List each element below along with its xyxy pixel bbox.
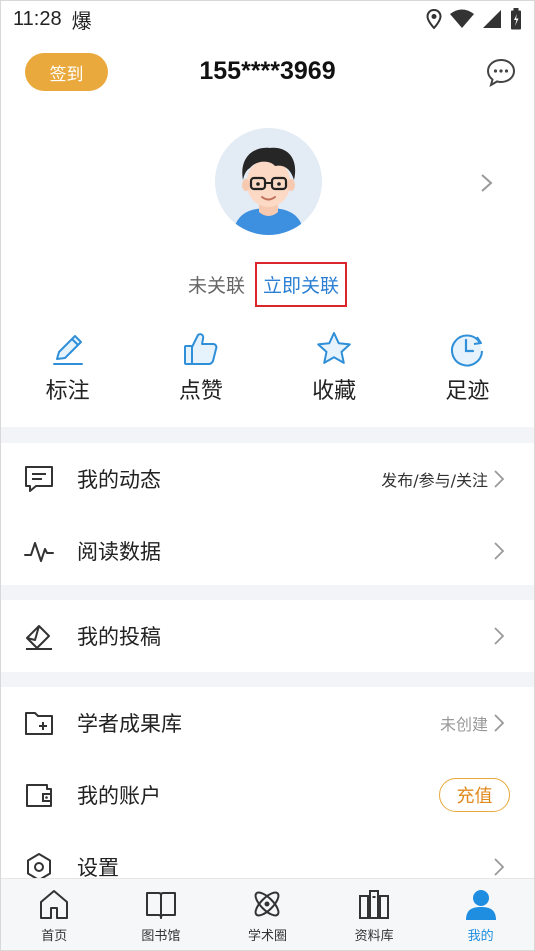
tab-label: 首页 (41, 929, 68, 944)
pencil-icon (52, 335, 83, 365)
tab-label: 学术圈 (247, 929, 287, 944)
quick-actions: 标注 点赞 收藏 足迹 (1, 329, 534, 409)
message-icon[interactable] (486, 57, 516, 87)
star-icon (317, 332, 351, 364)
chevron-right-icon (494, 858, 504, 876)
tab-label: 资料库 (354, 929, 394, 944)
status-weather: 爆 (71, 8, 92, 33)
quick-action-history[interactable]: 足迹 (401, 329, 534, 409)
account-link-row: 未关联 立即关联 (1, 259, 534, 309)
unlinked-label: 未关联 (187, 274, 245, 297)
status-time: 11:28 (13, 7, 62, 30)
tab-mine[interactable]: 我的 (427, 879, 534, 950)
person-icon (465, 890, 496, 920)
tab-academic-circle[interactable]: 学术圈 (214, 879, 321, 950)
menu-my-account[interactable]: 我的账户 充值 (1, 759, 534, 831)
menu-value: 未创建 (439, 715, 488, 734)
home-icon (40, 890, 69, 919)
avatar[interactable] (215, 128, 322, 235)
wave-chart-icon (24, 542, 54, 562)
quick-action-label: 收藏 (312, 379, 357, 404)
quick-action-label: 足迹 (445, 379, 490, 404)
recharge-button[interactable]: 充值 (439, 778, 510, 812)
tab-home[interactable]: 首页 (1, 879, 108, 950)
section-divider (1, 672, 534, 687)
header: 签到 155****3969 (1, 37, 534, 107)
library-icon (359, 890, 390, 919)
signal-icon (483, 10, 501, 28)
wallet-icon (26, 784, 52, 807)
menu-scholar-library[interactable]: 学者成果库 未创建 (1, 687, 534, 759)
chevron-right-icon (494, 714, 504, 732)
battery-icon (511, 8, 521, 30)
status-icons (426, 8, 522, 30)
chevron-right-icon (494, 627, 504, 645)
avatar-illustration (215, 128, 322, 235)
quick-action-favorite[interactable]: 收藏 (268, 329, 401, 409)
tab-database[interactable]: 资料库 (321, 879, 428, 950)
chevron-right-icon (494, 542, 504, 560)
quick-action-label: 标注 (45, 379, 90, 404)
menu-value: 发布/参与/关注 (381, 471, 488, 490)
history-clock-icon (451, 334, 484, 367)
menu-label: 我的投稿 (77, 625, 161, 649)
quick-action-annotate[interactable]: 标注 (1, 329, 134, 409)
chevron-right-icon (494, 470, 504, 488)
menu-my-activity[interactable]: 我的动态 发布/参与/关注 (1, 443, 534, 515)
menu-label: 阅读数据 (77, 540, 161, 564)
section-divider (1, 585, 534, 600)
comment-icon (25, 466, 53, 492)
bottom-tab-bar: 首页 图书馆 学术圈 资料库 我的 (1, 878, 534, 950)
quick-action-label: 点赞 (178, 379, 223, 404)
folder-add-icon (25, 712, 53, 735)
link-now-button[interactable]: 立即关联 (255, 261, 348, 307)
menu-label: 学者成果库 (77, 712, 182, 736)
status-bar: 11:28 爆 (1, 1, 534, 37)
section-divider (1, 427, 534, 443)
atom-icon (255, 891, 280, 917)
menu-label: 我的账户 (77, 784, 161, 808)
menu-my-submissions[interactable]: 我的投稿 (1, 600, 534, 672)
location-icon (426, 9, 442, 29)
menu-reading-data[interactable]: 阅读数据 (1, 515, 534, 587)
tab-label: 我的 (467, 929, 494, 944)
tab-label: 图书馆 (141, 929, 181, 944)
profile-chevron-icon[interactable] (480, 173, 494, 193)
tab-library[interactable]: 图书馆 (108, 879, 215, 950)
book-icon (145, 892, 176, 919)
menu-label: 我的动态 (77, 468, 161, 492)
phone-number: 155****3969 (199, 57, 336, 85)
thumbs-up-icon (183, 333, 218, 365)
envelope-send-icon (26, 625, 52, 650)
quick-action-like[interactable]: 点赞 (134, 329, 267, 409)
wifi-icon (450, 9, 474, 28)
